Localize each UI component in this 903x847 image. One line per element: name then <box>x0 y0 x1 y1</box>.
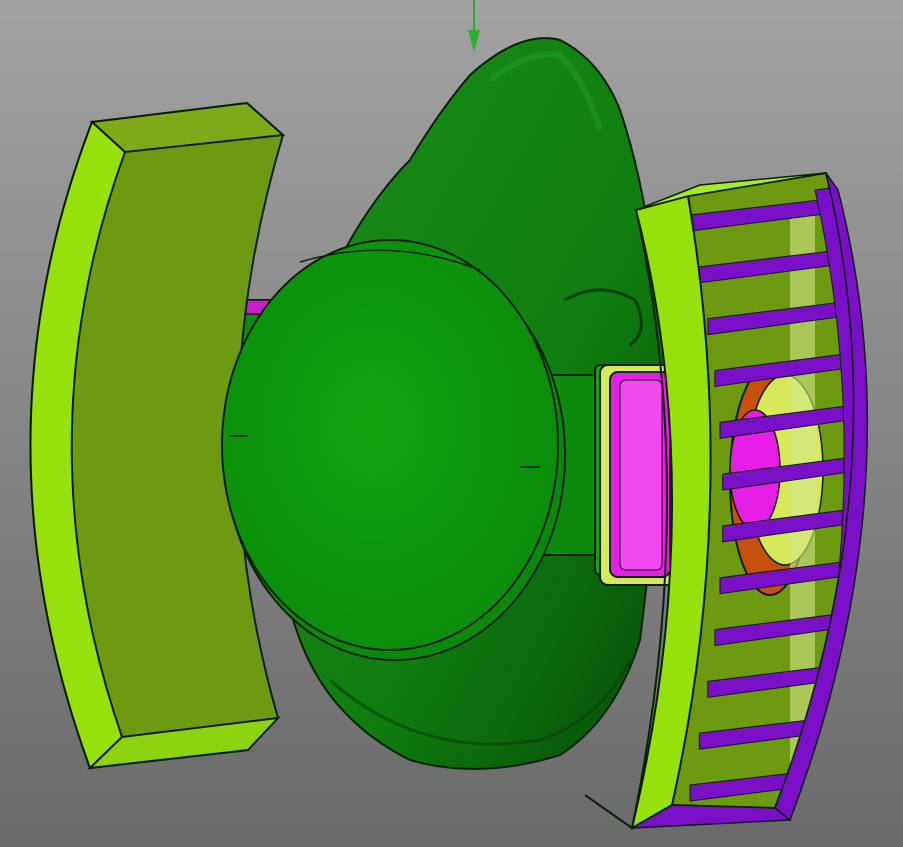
respirator-mask-model[interactable] <box>0 0 903 847</box>
cad-3d-viewport[interactable] <box>0 0 903 847</box>
